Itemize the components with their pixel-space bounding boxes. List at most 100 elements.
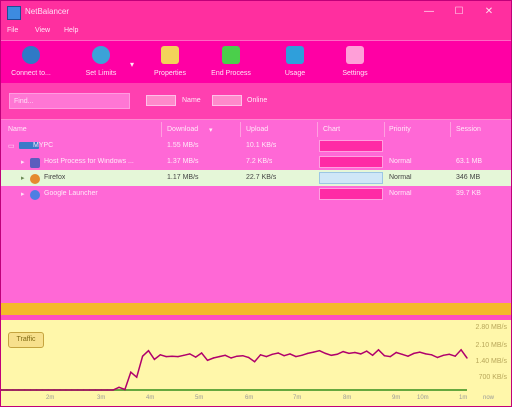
x-axis-label: 1m	[459, 395, 468, 401]
menu-help[interactable]: Help	[64, 27, 78, 34]
x-axis-label: 3m	[97, 395, 106, 401]
traffic-data-point	[77, 389, 79, 391]
minimize-button[interactable]: —	[415, 4, 443, 20]
traffic-data-point	[153, 358, 156, 361]
traffic-data-point	[324, 352, 327, 355]
traffic-data-point	[436, 356, 439, 359]
y-axis-label: 1.40 MB/s	[475, 358, 507, 365]
row-download: 1.55 MB/s	[167, 142, 199, 149]
title-bar: NetBalancer — ☐ ✕	[1, 1, 511, 23]
usage-button[interactable]: Usage	[278, 46, 312, 80]
properties-button[interactable]: Properties	[146, 46, 194, 80]
traffic-data-point	[100, 389, 103, 391]
traffic-data-point	[65, 389, 67, 391]
column-divider	[240, 122, 241, 137]
row-upload: 10.1 KB/s	[246, 142, 277, 149]
connect-icon	[22, 46, 40, 64]
row-priority: Normal	[389, 174, 412, 181]
table-row-selected[interactable]: ▸ Firefox 1.17 MB/s 22.7 KB/s Normal 346…	[1, 170, 511, 186]
table-row[interactable]: ▭ MYPC 1.55 MB/s 10.1 KB/s	[1, 138, 511, 154]
app-icon	[7, 6, 21, 20]
traffic-data-point	[407, 355, 409, 357]
app-window: NetBalancer — ☐ ✕ File View Help Connect…	[0, 0, 512, 407]
traffic-data-point	[82, 389, 85, 391]
tree-expander-icon[interactable]: ▸	[21, 158, 25, 166]
properties-label: Properties	[154, 70, 186, 77]
traffic-data-point	[283, 355, 285, 357]
traffic-data-point	[177, 355, 179, 358]
traffic-data-point	[12, 389, 14, 391]
traffic-data-point	[371, 354, 374, 356]
traffic-data-point	[389, 355, 391, 358]
traffic-data-point	[242, 355, 244, 357]
name-toggle[interactable]	[146, 95, 176, 106]
traffic-data-point	[47, 389, 49, 391]
chevron-down-icon: ▾	[129, 60, 134, 69]
traffic-data-point	[236, 355, 238, 357]
end-process-label: End Process	[211, 70, 251, 77]
traffic-data-point	[430, 354, 433, 356]
traffic-data-point	[112, 389, 114, 391]
traffic-data-point	[253, 361, 256, 363]
traffic-data-point	[6, 389, 8, 391]
x-axis-label: 7m	[293, 395, 302, 401]
traffic-data-point	[183, 354, 185, 356]
traffic-data-point	[466, 357, 468, 359]
row-chart	[319, 156, 383, 168]
horizontal-scrollbar[interactable]	[1, 303, 511, 315]
traffic-data-point	[460, 349, 462, 351]
tree-expander-icon[interactable]: ▸	[21, 190, 25, 198]
toolbar: Connect to... Set Limits ▾ Properties En…	[1, 40, 511, 84]
menu-file[interactable]: File	[7, 27, 18, 34]
table-row[interactable]: ▸ Host Process for Windows ... 1.37 MB/s…	[1, 154, 511, 170]
row-download: 1.37 MB/s	[167, 158, 199, 165]
x-axis-label: 8m	[343, 395, 352, 401]
y-axis-label: 2.10 MB/s	[475, 342, 507, 349]
menu-bar: File View Help	[1, 23, 511, 40]
x-axis-label: 4m	[146, 395, 155, 401]
traffic-data-point	[206, 359, 209, 361]
settings-button[interactable]: Settings	[335, 46, 375, 80]
traffic-data-point	[318, 350, 321, 352]
traffic-data-point	[230, 357, 232, 359]
end-process-icon	[222, 46, 240, 64]
traffic-data-point	[189, 353, 191, 355]
traffic-data-point	[159, 354, 161, 356]
set-limits-dropdown[interactable]: ▾	[126, 46, 138, 80]
end-process-button[interactable]: End Process	[204, 46, 258, 80]
x-axis-label: 6m	[245, 395, 254, 401]
traffic-data-point	[224, 354, 226, 356]
traffic-data-point	[383, 355, 386, 357]
x-axis-label: 5m	[195, 395, 204, 401]
row-chart	[319, 140, 383, 152]
table-row[interactable]: ▸ Google Launcher Normal 39.7 KB	[1, 186, 511, 202]
set-limits-button[interactable]: Set Limits	[77, 46, 125, 80]
traffic-data-point	[377, 349, 380, 351]
traffic-data-point	[312, 351, 315, 353]
traffic-data-point	[307, 352, 309, 355]
online-toggle[interactable]	[212, 95, 242, 106]
settings-label: Settings	[342, 70, 368, 77]
traffic-data-point	[136, 376, 138, 378]
close-button[interactable]: ✕	[475, 4, 503, 20]
maximize-button[interactable]: ☐	[445, 4, 473, 20]
traffic-data-point	[360, 353, 362, 355]
search-input[interactable]: Find...	[9, 93, 130, 109]
connect-to-button[interactable]: Connect to...	[6, 46, 56, 80]
tree-expander-icon[interactable]: ▸	[21, 174, 25, 182]
traffic-data-point	[271, 353, 273, 355]
traffic-data-point	[171, 355, 173, 357]
column-divider	[384, 122, 385, 137]
traffic-data-point	[218, 355, 220, 358]
column-divider	[161, 122, 162, 137]
menu-view[interactable]: View	[35, 27, 50, 34]
collapse-icon[interactable]: ▭	[8, 142, 15, 150]
traffic-data-point	[330, 354, 332, 356]
traffic-badge[interactable]: Traffic	[8, 332, 44, 348]
traffic-data-point	[124, 388, 126, 391]
traffic-data-point	[401, 353, 403, 355]
traffic-data-point	[59, 389, 61, 391]
row-name: Host Process for Windows ...	[44, 158, 134, 165]
google-icon	[30, 190, 40, 200]
firefox-icon	[30, 174, 40, 184]
